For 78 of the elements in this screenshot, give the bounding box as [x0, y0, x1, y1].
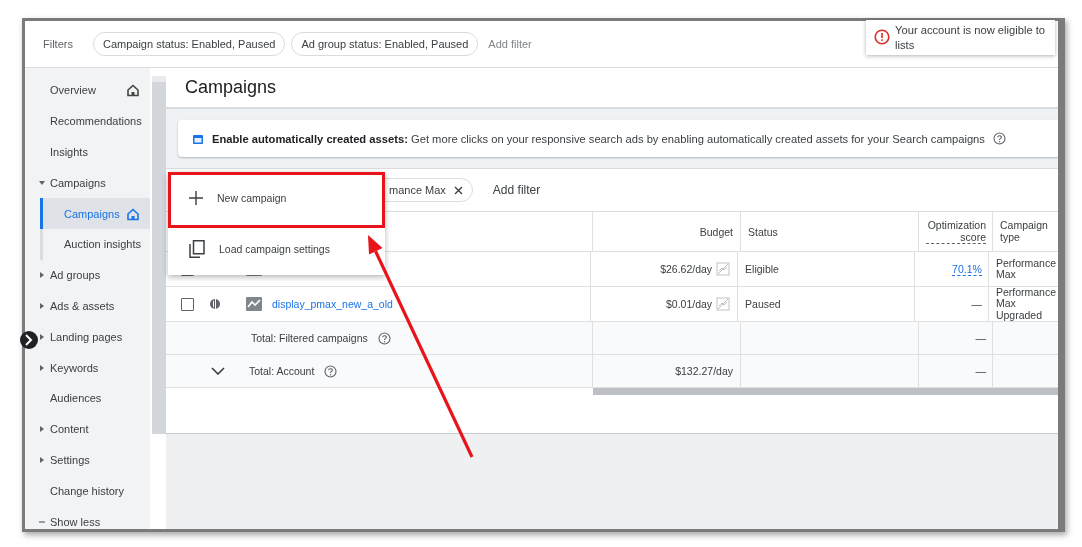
- row-checkbox[interactable]: [181, 297, 194, 311]
- home-icon[interactable]: [126, 83, 140, 98]
- nav-item[interactable]: Overview: [39, 75, 150, 106]
- nav-label: Insights: [50, 146, 89, 158]
- caret-icon[interactable]: [39, 363, 45, 372]
- nav-label: Change history: [50, 484, 125, 497]
- table-cell: Performance Max: [995, 258, 1056, 280]
- nav-label: Ads & assets: [50, 299, 116, 312]
- score-link[interactable]: 70.1%: [952, 262, 982, 276]
- page-title: Campaigns: [185, 77, 277, 98]
- nav-label: Keywords: [50, 361, 100, 374]
- table-cell: $26.62/day: [660, 263, 713, 275]
- caret-icon[interactable]: [39, 271, 45, 280]
- nav-label: Overview: [50, 84, 97, 97]
- nav-item[interactable]: Change history: [39, 475, 150, 507]
- nav-label: Audiences: [50, 392, 103, 405]
- nav-label: Settings: [50, 453, 91, 466]
- filter-chip[interactable]: Ad group status: Enabled, Paused: [291, 32, 479, 56]
- column-header[interactable]: Optimization score: [926, 219, 986, 244]
- nav-label: Recommendations: [50, 115, 142, 128]
- nav-label: Auction insights: [64, 238, 142, 251]
- help-icon[interactable]: [992, 132, 1006, 145]
- copy-icon: [189, 240, 205, 259]
- filters-label: Filters: [43, 38, 73, 50]
- help-icon[interactable]: [324, 364, 338, 378]
- nav-item[interactable]: Auction insights: [43, 229, 150, 260]
- nav-item[interactable]: Show less: [39, 506, 150, 529]
- nav-item[interactable]: Insights: [39, 136, 150, 168]
- nav-item[interactable]: Audiences: [39, 382, 150, 414]
- table-cell: —: [971, 298, 982, 310]
- caret-icon[interactable]: [39, 178, 45, 187]
- nav-item[interactable]: Campaigns: [40, 198, 150, 229]
- chevron-icon[interactable]: [211, 367, 225, 375]
- table-cell: Paused: [745, 298, 781, 310]
- nav-item[interactable]: Content: [39, 413, 150, 445]
- close-icon[interactable]: [453, 185, 463, 195]
- caret-icon[interactable]: [39, 301, 45, 310]
- nav-label: Ad groups: [50, 269, 102, 282]
- nav-item[interactable]: Keywords: [39, 352, 150, 383]
- column-header[interactable]: Budget: [699, 225, 733, 238]
- campaign-link[interactable]: display_pmax_new_a_old: [272, 298, 393, 310]
- add-filter-button[interactable]: Add filter: [488, 181, 545, 199]
- table-cell: $132.27/day: [675, 365, 733, 377]
- nav-item[interactable]: Recommendations: [39, 105, 150, 137]
- nav-item[interactable]: Landing pages: [39, 321, 150, 353]
- alert-icon: [874, 29, 890, 45]
- help-icon[interactable]: [377, 331, 391, 345]
- table-cell: —: [975, 365, 986, 377]
- scrollbar[interactable]: [152, 76, 166, 434]
- nav-label: Campaigns: [64, 207, 121, 220]
- calendar-icon: [192, 132, 204, 145]
- nav-item[interactable]: Settings: [39, 444, 150, 476]
- column-header[interactable]: Status: [748, 225, 778, 238]
- table-cell: —: [975, 332, 986, 344]
- toast-message: Your account is now eligible to lists: [895, 23, 1047, 53]
- nav-label: Content: [50, 423, 90, 436]
- filter-chip[interactable]: Campaign status: Enabled, Paused: [92, 32, 286, 56]
- nav-item[interactable]: Ad groups: [39, 259, 150, 291]
- column-header[interactable]: Campaign type: [1000, 220, 1056, 243]
- table-cell: Eligible: [745, 263, 779, 275]
- menu-item[interactable]: Load campaign settings: [168, 223, 385, 275]
- plus-icon: [189, 190, 203, 205]
- table-cell: Performance Max Upgraded: [995, 287, 1056, 321]
- banner-message: Enable automatically created assets: Get more clicks on your responsive search ads by enabling automatically created assets for your Search campaigns: [212, 132, 985, 145]
- total-label: Total: Account: [249, 365, 315, 377]
- nav-label: Landing pages: [50, 330, 124, 343]
- expand-nav-button[interactable]: [20, 329, 38, 351]
- nav-label: Show less: [50, 515, 102, 528]
- table-cell: $0.01/day: [665, 298, 713, 310]
- caret-icon[interactable]: [39, 425, 45, 434]
- add-filter-button[interactable]: Add filter: [484, 36, 536, 52]
- scrollbar[interactable]: [593, 388, 1058, 395]
- caret-icon[interactable]: [39, 455, 45, 464]
- nav-item[interactable]: Ads & assets: [39, 290, 150, 322]
- nav-label: Campaigns: [50, 176, 107, 189]
- total-label: Total: Filtered campaigns: [251, 332, 368, 344]
- chart-icon: [246, 297, 262, 311]
- nav-item[interactable]: Campaigns: [39, 167, 150, 199]
